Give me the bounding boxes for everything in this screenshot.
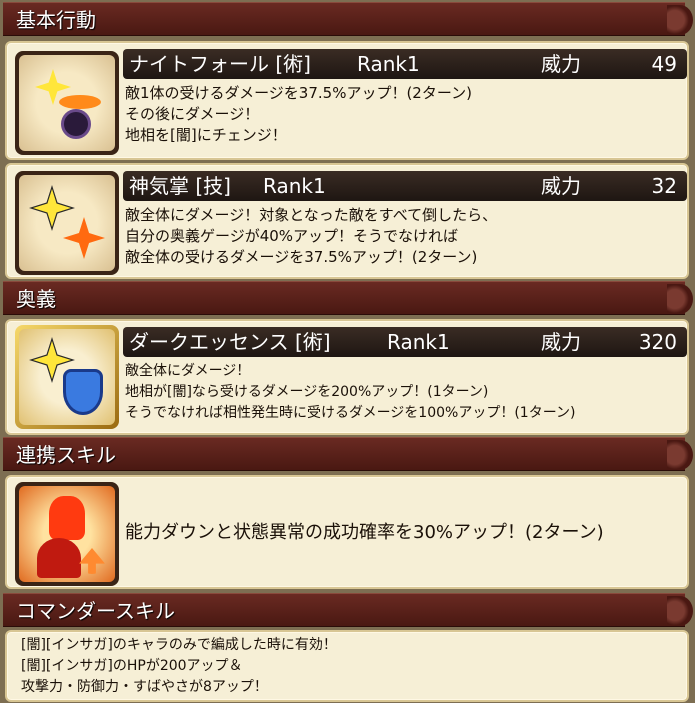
power-label: 威力	[541, 330, 581, 354]
desc-line: [闇][インサガ]のHPが200アップ＆	[21, 658, 243, 674]
power-value: 49	[651, 52, 677, 76]
desc-line: そうでなければ相性発生時に受けるダメージを100%アップ！(1ターン)	[125, 405, 576, 421]
renkei-card[interactable]: 能力ダウンと状態異常の成功確率を30%アップ！(2ターン)	[5, 475, 689, 589]
skill-titlebar: ダークエッセンス [術] Rank1 威力 320	[123, 327, 687, 357]
skill-rank: Rank1	[357, 52, 420, 76]
section-header-renkei: 連携スキル	[3, 437, 693, 471]
renkei-description: 能力ダウンと状態異常の成功確率を30%アップ！(2ターン)	[125, 522, 604, 543]
skill-name: ダークエッセンス [術]	[129, 330, 331, 354]
person-icon	[37, 538, 81, 578]
burst-icon	[63, 217, 105, 259]
shield-icon	[63, 369, 103, 415]
skill-card-1[interactable]: ナイトフォール [術] Rank1 威力 49 敵1体の受けるダメージを37.5…	[5, 41, 689, 160]
commander-card[interactable]: [闇][インサガ]のキャラのみで編成した時に有効！ [闇][インサガ]のHPが2…	[5, 630, 689, 702]
desc-line: その後にダメージ！	[125, 105, 260, 123]
skill-icon-renkei	[15, 482, 119, 586]
skill-titlebar: ナイトフォール [術] Rank1 威力 49	[123, 49, 687, 79]
section-header-basic: 基本行動	[3, 2, 693, 36]
skill-card-2[interactable]: 神気掌 [技] Rank1 威力 32 敵全体にダメージ！対象となった敵をすべて…	[5, 163, 689, 279]
desc-line: [闇][インサガ]のキャラのみで編成した時に有効！	[21, 637, 337, 653]
desc-line: 地相が[闇]なら受けるダメージを200%アップ！(1ターン)	[125, 384, 489, 400]
section-header-commander: コマンダースキル	[3, 593, 693, 627]
skill-titlebar: 神気掌 [技] Rank1 威力 32	[123, 171, 687, 201]
skill-icon-shinkisho	[15, 171, 119, 275]
sparkle-icon	[33, 189, 71, 227]
desc-line: 敵全体にダメージ！対象となった敵をすべて倒したら、	[125, 206, 498, 224]
power-value: 32	[651, 174, 677, 198]
desc-line: 敵1体の受けるダメージを37.5%アップ！(2ターン)	[125, 84, 472, 102]
skill-description: 敵全体にダメージ！対象となった敵をすべて倒したら、 自分の奥義ゲージが40%アッ…	[125, 205, 687, 268]
desc-line: 自分の奥義ゲージが40%アップ！そうでなければ	[125, 227, 459, 245]
skill-icon-nightfall	[15, 51, 119, 155]
flame-icon	[59, 95, 101, 109]
power-value: 320	[638, 330, 677, 354]
arrow-up-icon	[79, 548, 105, 574]
dark-orb-icon	[61, 109, 91, 139]
commander-description: [闇][インサガ]のキャラのみで編成した時に有効！ [闇][インサガ]のHPが2…	[21, 635, 583, 698]
desc-line: 攻撃力・防御力・すばやさが8アップ！	[21, 679, 268, 695]
skill-description: 敵1体の受けるダメージを37.5%アップ！(2ターン) その後にダメージ！ 地相…	[125, 83, 687, 146]
desc-line: 地相を[闇]にチェンジ！	[125, 126, 287, 144]
skill-detail-page: 基本行動 ナイトフォール [術] Rank1 威力 49 敵1体の受けるダメージ…	[0, 0, 695, 703]
power-label: 威力	[541, 174, 581, 198]
skill-rank: Rank1	[263, 174, 326, 198]
section-header-ougi: 奥義	[3, 281, 693, 315]
hand-icon	[49, 496, 85, 540]
skill-description: 敵全体にダメージ！ 地相が[闇]なら受けるダメージを200%アップ！(1ターン)…	[125, 361, 687, 424]
desc-line: 敵全体の受けるダメージを37.5%アップ！(2ターン)	[125, 248, 478, 266]
skill-rank: Rank1	[387, 330, 450, 354]
skill-name: 神気掌 [技]	[129, 174, 231, 198]
skill-card-3[interactable]: ダークエッセンス [術] Rank1 威力 320 敵全体にダメージ！ 地相が[…	[5, 319, 689, 435]
power-label: 威力	[541, 52, 581, 76]
skill-name: ナイトフォール [術]	[129, 52, 311, 76]
desc-line: 敵全体にダメージ！	[125, 363, 251, 379]
skill-icon-dark-essence	[15, 325, 119, 429]
